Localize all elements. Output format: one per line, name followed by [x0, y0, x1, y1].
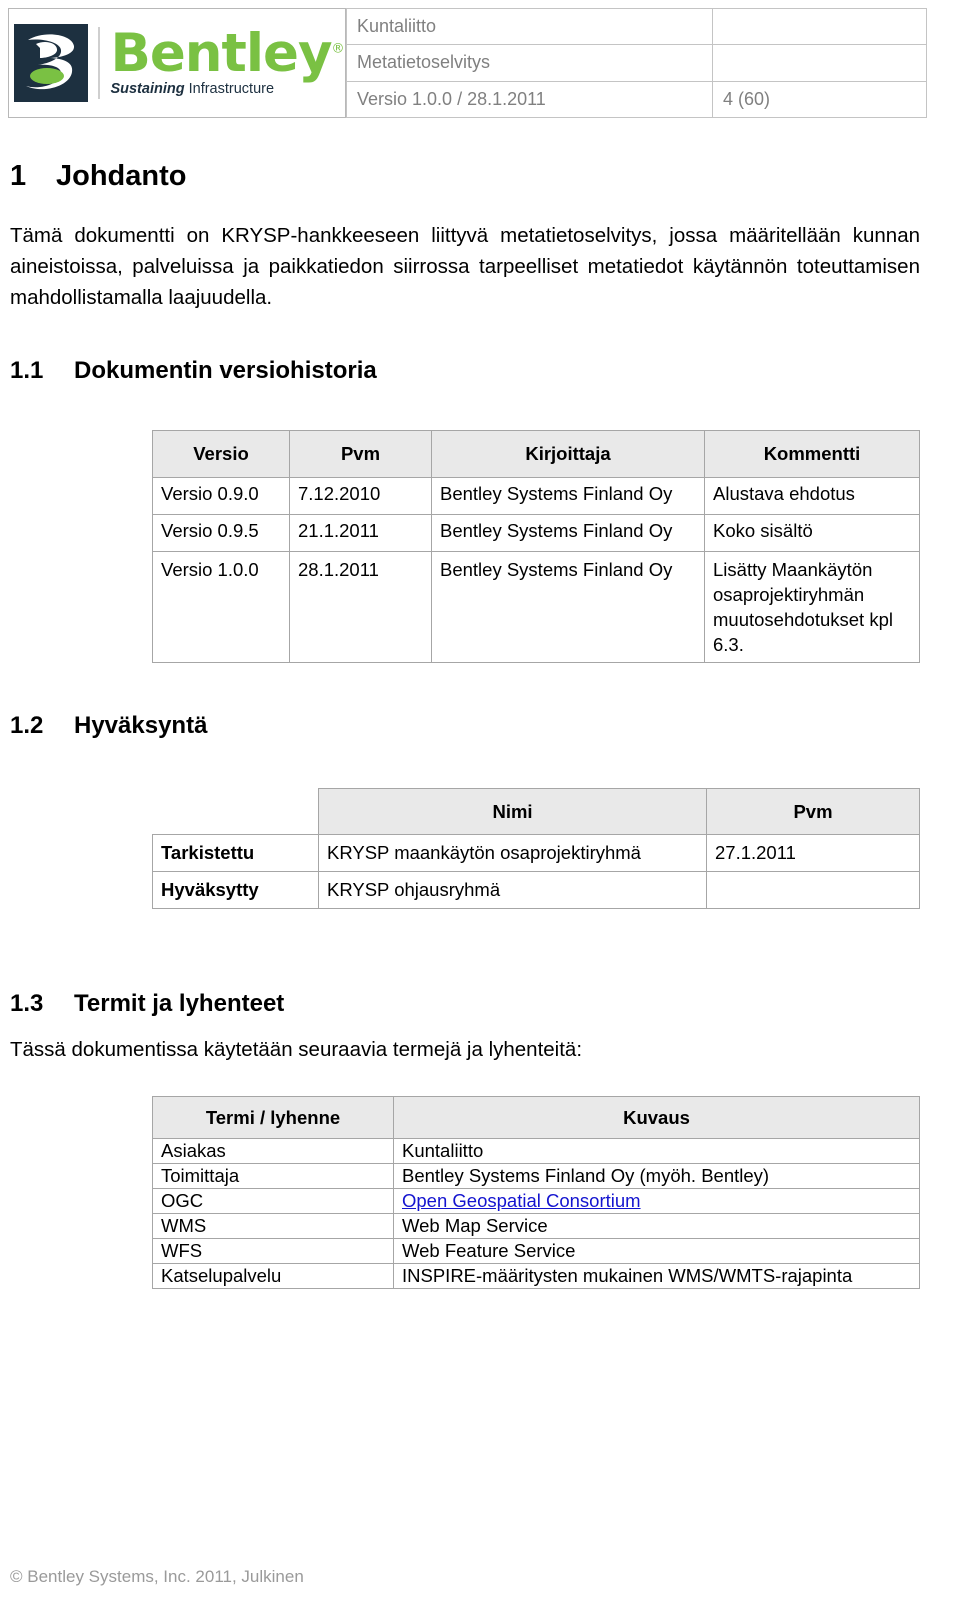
table-row: Toimittaja Bentley Systems Finland Oy (m…: [152, 1163, 920, 1189]
cell-kirjoittaja: Bentley Systems Finland Oy: [431, 514, 705, 552]
table-row: Versio 0.9.5 21.1.2011 Bentley Systems F…: [152, 514, 920, 552]
header-info-table: Kuntaliitto Metatietoselvitys Versio 1.0…: [346, 7, 927, 119]
column-header-kirjoittaja: Kirjoittaja: [431, 430, 705, 478]
bentley-monogram-icon: [14, 24, 89, 102]
column-header-blank: [153, 789, 319, 835]
column-header-pvm: Pvm: [289, 430, 432, 478]
cell-versio: Versio 1.0.0: [152, 551, 290, 663]
column-header-termi: Termi / lyhenne: [152, 1096, 394, 1139]
table-row: Asiakas Kuntaliitto: [152, 1138, 920, 1164]
cell-kommentti: Koko sisältö: [704, 514, 920, 552]
heading-hyvaksynta: 1.2 Hyväksyntä: [10, 712, 207, 740]
header-organization: Kuntaliitto: [346, 7, 713, 46]
table-row: OGC Open Geospatial Consortium: [152, 1188, 920, 1214]
cell-description: Kuntaliitto: [393, 1138, 920, 1164]
heading-text: Hyväksyntä: [74, 712, 208, 739]
header-row: Kuntaliitto: [346, 7, 927, 46]
cell-pvm: 21.1.2011: [289, 514, 432, 552]
bentley-b-swirl-icon: [14, 24, 89, 102]
heading-text: Johdanto: [56, 160, 187, 192]
logo-tagline: Sustaining Infrastructure: [110, 82, 274, 97]
row-label-hyvaksytty: Hyväksytty: [152, 871, 319, 909]
table-row: WMS Web Map Service: [152, 1213, 920, 1239]
table-row: Versio 1.0.0 28.1.2011 Bentley Systems F…: [152, 551, 920, 663]
table-row: Versio 0.9.0 7.12.2010 Bentley Systems F…: [152, 477, 920, 515]
cell-kirjoittaja: Bentley Systems Finland Oy: [431, 551, 705, 663]
table-row: Hyväksytty KRYSP ohjausryhmä: [152, 871, 920, 909]
cell-description: Web Map Service: [393, 1213, 920, 1239]
column-header-kommentti: Kommentti: [704, 430, 920, 478]
cell-term: WFS: [152, 1238, 394, 1264]
header-cell-empty-2: [712, 44, 927, 82]
logo-divider: [98, 27, 101, 99]
logo-word-text: Bentley: [110, 23, 332, 85]
cell-kommentti: Alustava ehdotus: [704, 477, 920, 515]
cell-term: Katselupalvelu: [152, 1263, 394, 1289]
table-header-row: Versio Pvm Kirjoittaja Kommentti: [152, 430, 920, 478]
cell-term: Toimittaja: [152, 1163, 394, 1189]
header-cell-empty-1: [712, 7, 927, 46]
intro-paragraph: Tämä dokumentti on KRYSP-hankkeeseen lii…: [10, 224, 920, 309]
heading-number: 1.1: [10, 357, 44, 384]
table-header-row: Nimi Pvm: [153, 788, 920, 835]
heading-johdanto: 1 Johdanto: [10, 160, 187, 193]
header-document-title: Metatietoselvitys: [346, 44, 713, 82]
document-header: Bentley® Sustaining Infrastructure Kunta…: [8, 7, 927, 119]
cell-pvm: 27.1.2011: [706, 834, 920, 872]
heading-number: 1: [10, 160, 27, 192]
cell-pvm: 7.12.2010: [289, 477, 432, 515]
header-row: Versio 1.0.0 / 28.1.2011 4 (60): [346, 80, 927, 119]
terms-paragraph: Tässä dokumentissa käytetään seuraavia t…: [10, 1038, 583, 1061]
column-header-versio: Versio: [152, 430, 290, 478]
table-row: Tarkistettu KRYSP maankäytön osaprojekti…: [152, 834, 920, 872]
cell-nimi: KRYSP maankäytön osaprojektiryhmä: [318, 834, 707, 872]
row-label-tarkistettu: Tarkistettu: [152, 834, 319, 872]
bentley-logo: Bentley® Sustaining Infrastructure: [8, 8, 346, 118]
cell-term: WMS: [152, 1213, 394, 1239]
cell-description: Open Geospatial Consortium: [393, 1188, 920, 1214]
column-header-kuvaus: Kuvaus: [393, 1096, 920, 1139]
header-version-date: Versio 1.0.0 / 28.1.2011: [346, 80, 713, 119]
ogc-link[interactable]: Open Geospatial Consortium: [402, 1190, 641, 1211]
cell-description: INSPIRE-määritysten mukainen WMS/WMTS-ra…: [393, 1263, 920, 1289]
cell-versio: Versio 0.9.5: [152, 514, 290, 552]
table-header-row: Termi / lyhenne Kuvaus: [152, 1096, 920, 1139]
heading-versiohistoria: 1.1 Dokumentin versiohistoria: [10, 357, 377, 385]
cell-kommentti: Lisätty Maankäytön osaprojektiryhmän muu…: [704, 551, 920, 663]
column-header-pvm: Pvm: [706, 788, 920, 835]
cell-nimi: KRYSP ohjausryhmä: [318, 871, 707, 909]
table-row: Katselupalvelu INSPIRE-määritysten mukai…: [152, 1263, 920, 1289]
cell-pvm: [706, 871, 920, 909]
cell-pvm: 28.1.2011: [289, 551, 432, 663]
header-page-number: 4 (60): [712, 80, 927, 119]
version-history-table: Versio Pvm Kirjoittaja Kommentti Versio …: [152, 430, 920, 663]
cell-term: Asiakas: [152, 1138, 394, 1164]
header-row: Metatietoselvitys: [346, 44, 927, 82]
column-header-nimi: Nimi: [318, 788, 707, 835]
table-row: WFS Web Feature Service: [152, 1238, 920, 1264]
heading-number: 1.2: [10, 712, 44, 739]
cell-kirjoittaja: Bentley Systems Finland Oy: [431, 477, 705, 515]
terms-table: Termi / lyhenne Kuvaus Asiakas Kuntaliit…: [152, 1096, 920, 1289]
logo-wordmark: Bentley®: [110, 27, 345, 80]
heading-text: Termit ja lyhenteet: [74, 990, 285, 1017]
cell-description: Bentley Systems Finland Oy (myöh. Bentle…: [393, 1163, 920, 1189]
cell-description: Web Feature Service: [393, 1238, 920, 1264]
heading-number: 1.3: [10, 990, 44, 1017]
approval-table: Nimi Pvm Tarkistettu KRYSP maankäytön os…: [152, 788, 920, 909]
heading-termit: 1.3 Termit ja lyhenteet: [10, 990, 284, 1018]
heading-text: Dokumentin versiohistoria: [74, 357, 377, 384]
registered-trademark-icon: ®: [331, 41, 345, 57]
cell-versio: Versio 0.9.0: [152, 477, 290, 515]
cell-term: OGC: [152, 1188, 394, 1214]
footer-copyright: © Bentley Systems, Inc. 2011, Julkinen: [10, 1567, 304, 1586]
